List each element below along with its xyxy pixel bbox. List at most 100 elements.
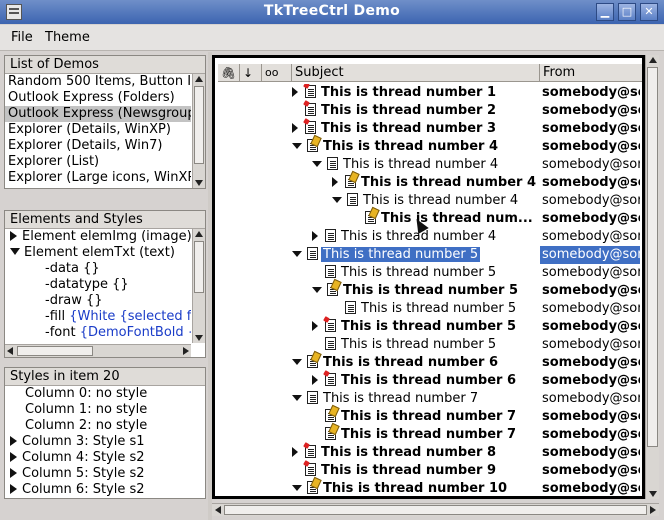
style-tree-row[interactable]: Column 2: no style xyxy=(5,418,205,434)
expand-right-icon[interactable] xyxy=(312,321,318,331)
style-tree-row[interactable]: Column 5: Style s2 xyxy=(5,466,205,482)
expand-right-icon[interactable] xyxy=(292,87,298,97)
message-tree[interactable]: 🖇 ↓ oo Subject From This is thread numbe… xyxy=(212,55,645,499)
elements-vscroll[interactable] xyxy=(192,229,205,343)
subject-cell: This is thread number 5 xyxy=(332,300,518,318)
element-tree-row[interactable]: -draw {} xyxy=(5,293,191,309)
expand-right-icon[interactable] xyxy=(312,231,318,241)
tree-vscroll[interactable] xyxy=(645,55,659,499)
scroll-thumb[interactable] xyxy=(224,505,647,515)
scroll-down-icon[interactable] xyxy=(195,335,203,341)
message-row[interactable]: This is thread num... somebody@somewhere.… xyxy=(218,210,642,228)
expand-right-icon[interactable] xyxy=(10,452,17,462)
demo-list-item[interactable]: Outlook Express (Newsgroup) xyxy=(5,106,191,122)
style-tree-row[interactable]: Column 3: Style s1 xyxy=(5,434,205,450)
demos-vscroll[interactable] xyxy=(192,74,205,188)
scroll-left-icon[interactable] xyxy=(215,506,221,514)
scroll-down-icon[interactable] xyxy=(195,180,203,186)
expand-right-icon[interactable] xyxy=(332,177,338,187)
tree-hscroll[interactable] xyxy=(212,503,659,516)
expand-down-icon[interactable] xyxy=(312,287,322,293)
scroll-right-icon[interactable] xyxy=(183,347,189,355)
minimize-button[interactable]: ▁ xyxy=(596,3,614,21)
expand-down-icon[interactable] xyxy=(10,248,20,255)
message-row[interactable]: This is thread number 6 somebody@somewher… xyxy=(218,354,642,372)
demo-list-item[interactable]: Outlook Express (Folders) xyxy=(5,90,191,106)
message-row[interactable]: This is thread number 4 somebody@somewher… xyxy=(218,156,642,174)
style-tree-row[interactable]: Column 1: no style xyxy=(5,402,205,418)
message-row[interactable]: This is thread number 7 somebody@somewher… xyxy=(218,390,642,408)
message-row[interactable]: This is thread number 4 somebody@somewher… xyxy=(218,174,642,192)
flagged-message-icon xyxy=(307,481,318,494)
message-row[interactable]: This is thread number 7 somebody@somewher… xyxy=(218,426,642,444)
maximize-button[interactable]: □ xyxy=(618,3,636,21)
expand-down-icon[interactable] xyxy=(292,143,302,149)
message-row[interactable]: This is thread number 1 somebody@somewher… xyxy=(218,84,642,102)
expand-down-icon[interactable] xyxy=(312,161,322,167)
demo-list-item[interactable]: Explorer (Details, WinXP) xyxy=(5,122,191,138)
message-row[interactable]: This is thread number 4 somebody@somewher… xyxy=(218,192,642,210)
expand-down-icon[interactable] xyxy=(292,251,302,257)
expand-right-icon[interactable] xyxy=(10,436,17,446)
expand-right-icon[interactable] xyxy=(10,468,17,478)
scroll-up-icon[interactable] xyxy=(195,231,203,237)
menu-theme[interactable]: Theme xyxy=(45,30,90,45)
message-row[interactable]: This is thread number 4 somebody@somewher… xyxy=(218,138,642,156)
column-subject[interactable]: Subject xyxy=(292,64,540,82)
from-text: somebody@somewhere.net xyxy=(542,139,640,154)
from-text: somebody@somewhere.net xyxy=(542,337,640,352)
column-from[interactable]: From xyxy=(540,64,642,82)
demo-list-item[interactable]: Random 500 Items, Button Images xyxy=(5,74,191,90)
demo-list-item[interactable]: Explorer (Large icons, WinXP) xyxy=(5,170,191,186)
scroll-thumb[interactable] xyxy=(194,241,204,293)
demo-list-item[interactable]: Explorer (Details, Win7) xyxy=(5,138,191,154)
column-flag[interactable]: ↓ xyxy=(240,64,262,82)
message-row[interactable]: This is thread number 7 somebody@somewher… xyxy=(218,408,642,426)
scroll-up-icon[interactable] xyxy=(195,76,203,82)
column-read[interactable]: oo xyxy=(262,64,292,82)
style-tree-row[interactable]: Column 4: Style s2 xyxy=(5,450,205,466)
message-row[interactable]: This is thread number 5 somebody@somewher… xyxy=(218,336,642,354)
scroll-thumb[interactable] xyxy=(647,67,658,447)
expand-right-icon[interactable] xyxy=(312,375,318,385)
menu-file[interactable]: File xyxy=(11,30,33,45)
column-attachment[interactable]: 🖇 xyxy=(218,64,240,82)
close-button[interactable]: ✕ xyxy=(640,3,658,21)
element-tree-row[interactable]: -font {DemoFontBold {read}} xyxy=(5,325,191,341)
message-row[interactable]: This is thread number 5 somebody@somewher… xyxy=(218,246,642,264)
scroll-thumb[interactable] xyxy=(17,346,93,356)
message-row[interactable]: This is thread number 4 somebody@somewher… xyxy=(218,228,642,246)
message-row[interactable]: This is thread number 5 somebody@somewher… xyxy=(218,318,642,336)
element-tree-row[interactable]: -fill {White {selected focus}} xyxy=(5,309,191,325)
expand-right-icon[interactable] xyxy=(10,231,17,241)
style-tree-row[interactable]: Column 0: no style xyxy=(5,386,205,402)
message-row[interactable]: This is thread number 5 somebody@somewher… xyxy=(218,300,642,318)
scroll-down-icon[interactable] xyxy=(649,491,657,497)
message-row[interactable]: This is thread number 3 somebody@somewher… xyxy=(218,120,642,138)
message-row[interactable]: This is thread number 9 somebody@somewher… xyxy=(218,462,642,480)
message-row[interactable]: This is thread number 2 somebody@somewher… xyxy=(218,102,642,120)
element-tree-row[interactable]: Element elemImg (image) xyxy=(5,229,191,245)
scroll-up-icon[interactable] xyxy=(649,57,657,63)
message-row[interactable]: This is thread number 6 somebody@somewher… xyxy=(218,372,642,390)
scroll-thumb[interactable] xyxy=(194,86,204,164)
expand-right-icon[interactable] xyxy=(10,484,17,494)
expand-right-icon[interactable] xyxy=(292,123,298,133)
style-tree-row[interactable]: Column 6: Style s2 xyxy=(5,482,205,498)
scroll-right-icon[interactable] xyxy=(650,506,656,514)
expand-down-icon[interactable] xyxy=(292,395,302,401)
message-row[interactable]: This is thread number 10 somebody@somewhe… xyxy=(218,480,642,496)
expand-down-icon[interactable] xyxy=(292,485,302,491)
message-row[interactable]: This is thread number 8 somebody@somewher… xyxy=(218,444,642,462)
scroll-left-icon[interactable] xyxy=(7,347,13,355)
message-row[interactable]: This is thread number 5 somebody@somewher… xyxy=(218,264,642,282)
expand-down-icon[interactable] xyxy=(332,197,342,203)
expand-down-icon[interactable] xyxy=(292,359,302,365)
element-tree-row[interactable]: -data {} xyxy=(5,261,191,277)
expand-right-icon[interactable] xyxy=(292,447,298,457)
elements-hscroll[interactable] xyxy=(5,344,191,357)
element-tree-row[interactable]: Element elemTxt (text) xyxy=(5,245,191,261)
demo-list-item[interactable]: Explorer (List) xyxy=(5,154,191,170)
message-row[interactable]: This is thread number 5 somebody@somewher… xyxy=(218,282,642,300)
element-tree-row[interactable]: -datatype {} xyxy=(5,277,191,293)
